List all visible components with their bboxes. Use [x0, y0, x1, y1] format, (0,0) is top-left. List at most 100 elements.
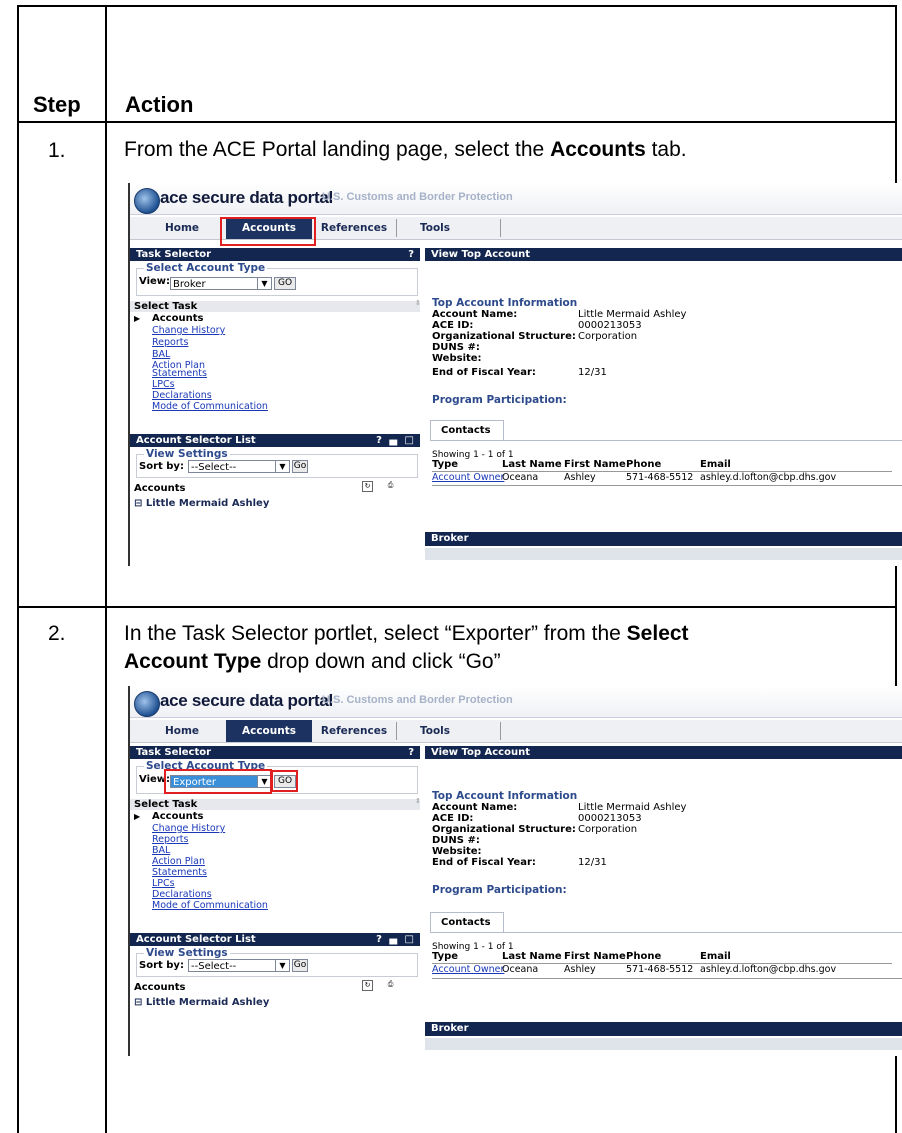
table-border-top: [17, 5, 897, 7]
task-link[interactable]: Statements: [152, 368, 207, 379]
task-link[interactable]: LPCs: [152, 878, 175, 889]
print-icon[interactable]: ⎙: [386, 481, 395, 490]
refresh-icon[interactable]: ↻: [362, 980, 373, 991]
task-link[interactable]: Reports: [152, 337, 188, 348]
column-header: Type: [432, 951, 459, 962]
field-label: Organizational Structure:: [432, 824, 576, 835]
portlet-controls-icon[interactable]: ? ▄ □: [376, 933, 416, 946]
task-link[interactable]: LPCs: [152, 379, 175, 390]
field-value: Corporation: [578, 331, 638, 342]
step-instruction: In the Task Selector portlet, select “Ex…: [124, 622, 689, 673]
portal-screenshot-lower: Statements LPCs Declarations Mode of Com…: [128, 368, 902, 566]
tab-tools[interactable]: Tools: [410, 720, 460, 742]
column-header: Email: [700, 459, 731, 470]
sort-by-label: Sort by:: [139, 960, 184, 971]
tab-accounts[interactable]: Accounts: [226, 720, 312, 742]
sort-by-label: Sort by:: [139, 461, 184, 472]
highlight-box-dropdown: [164, 769, 272, 794]
field-label: DUNS #:: [432, 342, 480, 353]
account-tree-item[interactable]: ⊟ Little Mermaid Ashley: [134, 997, 269, 1008]
table-cell: Ashley: [564, 964, 596, 975]
sort-by-dropdown[interactable]: --Select-- ▼: [188, 959, 290, 972]
tab-contacts[interactable]: Contacts: [430, 420, 504, 440]
tab-tools[interactable]: Tools: [410, 217, 460, 239]
program-participation-label: Program Participation:: [432, 884, 567, 896]
portal-subtitle: U.S. Customs and Border Protection: [322, 191, 513, 203]
contact-type-link[interactable]: Account Owner: [432, 964, 504, 975]
chevron-down-icon: ▼: [257, 278, 271, 289]
program-participation-label: Program Participation:: [432, 394, 567, 406]
print-icon[interactable]: ⎙: [386, 980, 395, 989]
table-cell: 571-468-5512: [626, 964, 694, 975]
view-top-account-header: View Top Account: [425, 248, 902, 261]
tab-divider: [500, 722, 501, 740]
task-link[interactable]: Reports: [152, 834, 188, 845]
go-button[interactable]: GO: [274, 277, 296, 290]
tab-references[interactable]: References: [316, 217, 392, 239]
tab-home[interactable]: Home: [152, 217, 212, 239]
field-value: Corporation: [578, 824, 638, 835]
task-link[interactable]: Mode of Communication: [152, 401, 268, 412]
task-selector-header: Task Selector?: [130, 746, 420, 759]
field-label: Website:: [432, 846, 482, 857]
column-header: First Name: [564, 459, 626, 470]
field-label: DUNS #:: [432, 835, 480, 846]
account-tree-item[interactable]: ⊟ Little Mermaid Ashley: [134, 498, 269, 509]
portal-screenshot-step2: ace secure data portal U.S. Customs and …: [128, 686, 902, 1056]
task-link[interactable]: Statements: [152, 867, 207, 878]
help-icon[interactable]: ?: [408, 248, 414, 261]
tab-references[interactable]: References: [316, 720, 392, 742]
view-top-account-header: View Top Account: [425, 746, 902, 759]
column-header: Type: [432, 459, 459, 470]
task-link[interactable]: Mode of Communication: [152, 900, 268, 911]
select-task-header: Select Task: [130, 799, 420, 810]
task-link[interactable]: BAL: [152, 845, 170, 856]
top-account-info-heading: Top Account Information: [432, 297, 578, 309]
globe-logo-icon: [134, 188, 160, 214]
column-header: Last Name: [502, 951, 562, 962]
task-link[interactable]: Declarations: [152, 889, 212, 900]
field-label: Account Name:: [432, 802, 518, 813]
accounts-header: Accounts: [130, 483, 420, 494]
field-label: ACE ID:: [432, 320, 474, 331]
task-link[interactable]: Change History: [152, 325, 225, 336]
view-settings-legend: View Settings: [144, 947, 230, 959]
table-cell: 571-468-5512: [626, 472, 694, 483]
portal-subtitle: U.S. Customs and Border Protection: [322, 694, 513, 706]
tab-contacts[interactable]: Contacts: [430, 912, 504, 932]
column-header: First Name: [564, 951, 626, 962]
field-label: Account Name:: [432, 309, 518, 320]
tab-home[interactable]: Home: [152, 720, 212, 742]
account-type-dropdown[interactable]: Broker ▼: [170, 277, 272, 290]
sort-by-dropdown[interactable]: --Select-- ▼: [188, 460, 290, 473]
refresh-icon[interactable]: ↻: [362, 481, 373, 492]
field-value: 0000213053: [578, 320, 642, 331]
step-number: 1.: [48, 139, 66, 162]
step-number: 2.: [48, 622, 66, 645]
tab-divider: [396, 219, 397, 237]
task-link[interactable]: Change History: [152, 823, 225, 834]
column-header: Email: [700, 951, 731, 962]
table-cell: ashley.d.lofton@cbp.dhs.gov: [700, 964, 837, 975]
task-link[interactable]: BAL: [152, 349, 170, 360]
task-accounts[interactable]: Accounts: [152, 811, 203, 822]
table-cell: Ashley: [564, 472, 596, 483]
help-icon[interactable]: ?: [408, 746, 414, 759]
task-accounts[interactable]: Accounts: [152, 313, 203, 324]
task-link[interactable]: Declarations: [152, 390, 212, 401]
triangle-right-icon: ▶: [134, 812, 141, 821]
row-divider: [432, 978, 902, 979]
portlet-controls-icon[interactable]: ? ▄ □: [376, 434, 416, 447]
contact-type-link[interactable]: Account Owner: [432, 472, 504, 483]
column-header: Last Name: [502, 459, 562, 470]
field-label: Organizational Structure:: [432, 331, 576, 342]
task-link[interactable]: Action Plan: [152, 360, 205, 368]
field-label: ACE ID:: [432, 813, 474, 824]
go-button[interactable]: Go: [292, 959, 308, 972]
top-account-info-heading: Top Account Information: [432, 790, 578, 802]
field-value: 0000213053: [578, 813, 642, 824]
task-link[interactable]: Action Plan: [152, 856, 205, 867]
field-label: End of Fiscal Year:: [432, 368, 536, 378]
banner-divider: [130, 717, 902, 718]
go-button[interactable]: Go: [292, 460, 308, 473]
